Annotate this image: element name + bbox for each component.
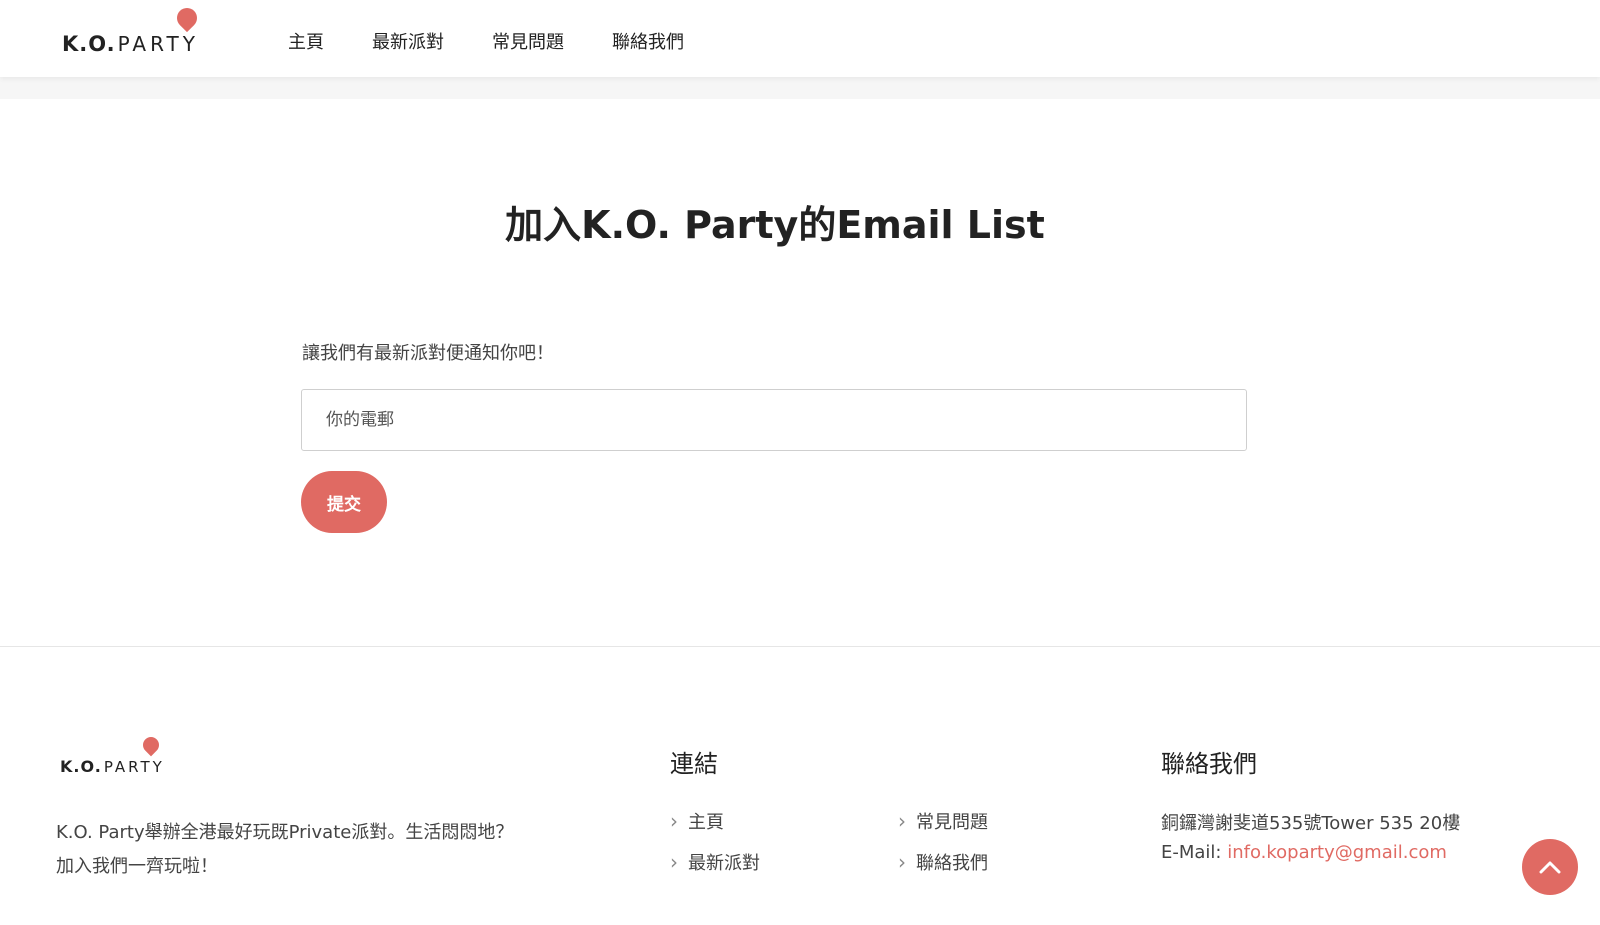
footer-logo-ko-text: K.O.	[60, 757, 102, 776]
scroll-to-top-button[interactable]	[1522, 839, 1578, 895]
footer-link-contact[interactable]: › 聯絡我們	[898, 849, 988, 875]
footer-description: K.O. Party舉辦全港最好玩既Private派對。生活悶悶地？加入我們一齊…	[56, 822, 514, 877]
nav-item-faq[interactable]: 常見問題	[492, 28, 564, 54]
contact-email-line: E-Mail: info.koparty@gmail.com	[1161, 842, 1447, 863]
footer-link-label: 主頁	[688, 812, 724, 833]
email-prefix: E-Mail:	[1161, 842, 1228, 863]
footer-link-latest-parties[interactable]: › 最新派對	[670, 849, 760, 875]
footer-divider	[0, 646, 1600, 647]
footer-logo[interactable]: K.O. PARTY	[60, 757, 165, 776]
footer-link-faq[interactable]: › 常見問題	[898, 808, 988, 834]
logo[interactable]: K.O. PARTY	[62, 32, 199, 56]
contact-address: 銅鑼灣謝斐道535號Tower 535 20樓	[1161, 813, 1461, 834]
page-title: 加入K.O. Party的Email List	[505, 203, 1045, 247]
map-pin-icon	[139, 733, 163, 757]
chevron-right-icon: ›	[898, 809, 906, 833]
footer-logo-party-text: PARTY	[103, 758, 165, 776]
submit-button[interactable]: 提交	[301, 471, 387, 533]
logo-ko-text: K.O.	[62, 32, 116, 56]
chevron-right-icon: ›	[670, 809, 678, 833]
nav-item-latest-parties[interactable]: 最新派對	[372, 28, 444, 54]
chevron-right-icon: ›	[670, 850, 678, 874]
header-spacer	[0, 77, 1600, 99]
logo-party-text: PARTY	[117, 32, 199, 56]
intro-text: 讓我們有最新派對便通知你吧！	[302, 343, 554, 364]
contact-heading: 聯絡我們	[1161, 750, 1257, 778]
chevron-right-icon: ›	[898, 850, 906, 874]
nav-item-contact[interactable]: 聯絡我們	[612, 28, 684, 54]
footer-link-home[interactable]: › 主頁	[670, 808, 724, 834]
main-nav: 主頁 最新派對 常見問題 聯絡我們	[288, 28, 732, 54]
footer-link-label: 最新派對	[688, 853, 760, 874]
chevron-up-icon	[1539, 861, 1561, 874]
footer-link-label: 聯絡我們	[916, 853, 988, 874]
email-link[interactable]: info.koparty@gmail.com	[1227, 842, 1447, 863]
map-pin-icon	[172, 3, 202, 33]
email-input[interactable]	[301, 389, 1247, 451]
site-header: K.O. PARTY 主頁 最新派對 常見問題 聯絡我們	[0, 0, 1600, 77]
links-heading: 連結	[670, 750, 718, 778]
footer-link-label: 常見問題	[916, 812, 988, 833]
nav-item-home[interactable]: 主頁	[288, 28, 324, 54]
